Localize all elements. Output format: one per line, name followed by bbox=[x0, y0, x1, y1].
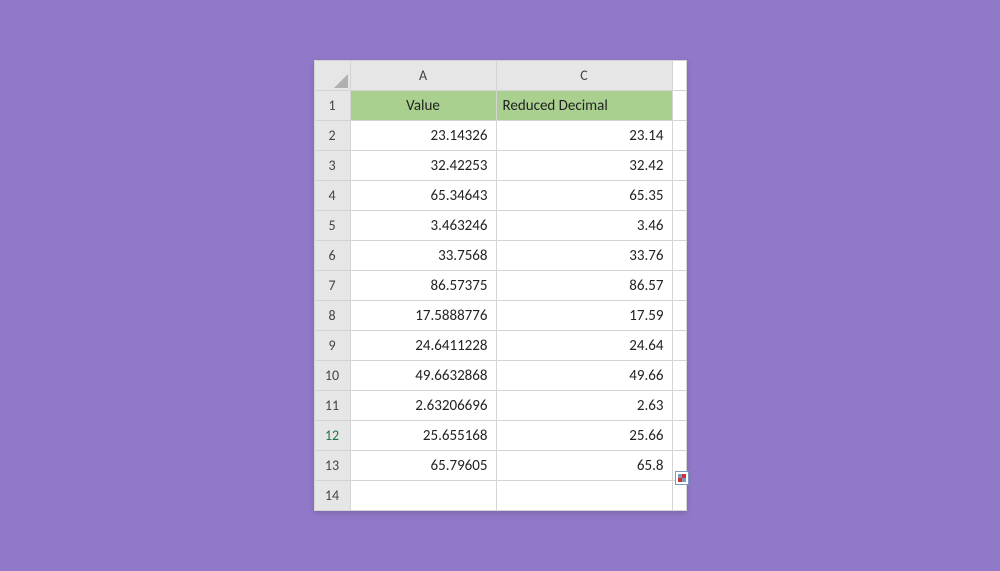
table-row: 8 17.5888776 17.59 bbox=[314, 301, 686, 331]
cell-pad[interactable] bbox=[672, 331, 686, 361]
cell-reduced[interactable]: 3.46 bbox=[496, 211, 672, 241]
row-number[interactable]: 4 bbox=[314, 181, 350, 211]
table-row: 3 32.42253 32.42 bbox=[314, 151, 686, 181]
row-number[interactable]: 6 bbox=[314, 241, 350, 271]
grid[interactable]: A C 1 Value Reduced Decimal 2 23.14326 2… bbox=[314, 60, 687, 511]
cell-value[interactable]: 23.14326 bbox=[350, 121, 496, 151]
table-row: 14 bbox=[314, 481, 686, 511]
cell-pad[interactable] bbox=[672, 301, 686, 331]
cell-value[interactable]: 24.6411228 bbox=[350, 331, 496, 361]
cell-pad[interactable] bbox=[672, 421, 686, 451]
cell-empty[interactable] bbox=[350, 481, 496, 511]
table-row: 10 49.6632868 49.66 bbox=[314, 361, 686, 391]
cell-reduced[interactable]: 49.66 bbox=[496, 361, 672, 391]
cell-value[interactable]: 65.79605 bbox=[350, 451, 496, 481]
cell-value[interactable]: 49.6632868 bbox=[350, 361, 496, 391]
table-row: 6 33.7568 33.76 bbox=[314, 241, 686, 271]
table-row: 7 86.57375 86.57 bbox=[314, 271, 686, 301]
row-number[interactable]: 13 bbox=[314, 451, 350, 481]
cell-pad[interactable] bbox=[672, 241, 686, 271]
quick-analysis-icon[interactable] bbox=[675, 471, 689, 485]
cell-reduced[interactable]: 25.66 bbox=[496, 421, 672, 451]
cell-pad[interactable] bbox=[672, 91, 686, 121]
cell-value[interactable]: 33.7568 bbox=[350, 241, 496, 271]
table-row: 4 65.34643 65.35 bbox=[314, 181, 686, 211]
cell-pad[interactable] bbox=[672, 211, 686, 241]
cell-reduced[interactable]: 32.42 bbox=[496, 151, 672, 181]
table-row: 1 Value Reduced Decimal bbox=[314, 91, 686, 121]
header-cell-reduced[interactable]: Reduced Decimal bbox=[496, 91, 672, 121]
table-row: 2 23.14326 23.14 bbox=[314, 121, 686, 151]
cell-empty[interactable] bbox=[496, 481, 672, 511]
cell-reduced[interactable]: 65.8 bbox=[496, 451, 672, 481]
row-number[interactable]: 3 bbox=[314, 151, 350, 181]
cell-value[interactable]: 17.5888776 bbox=[350, 301, 496, 331]
spreadsheet: A C 1 Value Reduced Decimal 2 23.14326 2… bbox=[314, 60, 687, 511]
row-number[interactable]: 11 bbox=[314, 391, 350, 421]
cell-reduced[interactable]: 2.63 bbox=[496, 391, 672, 421]
cell-value[interactable]: 3.463246 bbox=[350, 211, 496, 241]
column-header-pad bbox=[672, 61, 686, 91]
cell-pad[interactable] bbox=[672, 181, 686, 211]
cell-pad[interactable] bbox=[672, 481, 686, 511]
cell-value[interactable]: 65.34643 bbox=[350, 181, 496, 211]
row-number[interactable]: 12 bbox=[314, 421, 350, 451]
cell-reduced[interactable]: 17.59 bbox=[496, 301, 672, 331]
table-row: 9 24.6411228 24.64 bbox=[314, 331, 686, 361]
cell-value[interactable]: 2.63206696 bbox=[350, 391, 496, 421]
cell-reduced[interactable]: 33.76 bbox=[496, 241, 672, 271]
cell-value[interactable]: 86.57375 bbox=[350, 271, 496, 301]
row-number[interactable]: 7 bbox=[314, 271, 350, 301]
row-number[interactable]: 2 bbox=[314, 121, 350, 151]
row-number[interactable]: 14 bbox=[314, 481, 350, 511]
row-number[interactable]: 8 bbox=[314, 301, 350, 331]
column-header-row: A C bbox=[314, 61, 686, 91]
table-row: 5 3.463246 3.46 bbox=[314, 211, 686, 241]
cell-pad[interactable] bbox=[672, 361, 686, 391]
cell-reduced[interactable]: 23.14 bbox=[496, 121, 672, 151]
table-row: 13 65.79605 65.8 bbox=[314, 451, 686, 481]
table-row: 11 2.63206696 2.63 bbox=[314, 391, 686, 421]
cell-pad[interactable] bbox=[672, 121, 686, 151]
cell-pad[interactable] bbox=[672, 271, 686, 301]
column-header-A[interactable]: A bbox=[350, 61, 496, 91]
row-number[interactable]: 5 bbox=[314, 211, 350, 241]
cell-reduced[interactable]: 65.35 bbox=[496, 181, 672, 211]
row-number[interactable]: 10 bbox=[314, 361, 350, 391]
select-all-corner[interactable] bbox=[314, 61, 350, 91]
cell-value[interactable]: 32.42253 bbox=[350, 151, 496, 181]
cell-value[interactable]: 25.655168 bbox=[350, 421, 496, 451]
table-row: 12 25.655168 25.66 bbox=[314, 421, 686, 451]
cell-pad[interactable] bbox=[672, 391, 686, 421]
column-header-C[interactable]: C bbox=[496, 61, 672, 91]
row-number[interactable]: 9 bbox=[314, 331, 350, 361]
cell-reduced[interactable]: 86.57 bbox=[496, 271, 672, 301]
row-number[interactable]: 1 bbox=[314, 91, 350, 121]
header-cell-value[interactable]: Value bbox=[350, 91, 496, 121]
cell-reduced[interactable]: 24.64 bbox=[496, 331, 672, 361]
cell-pad[interactable] bbox=[672, 151, 686, 181]
